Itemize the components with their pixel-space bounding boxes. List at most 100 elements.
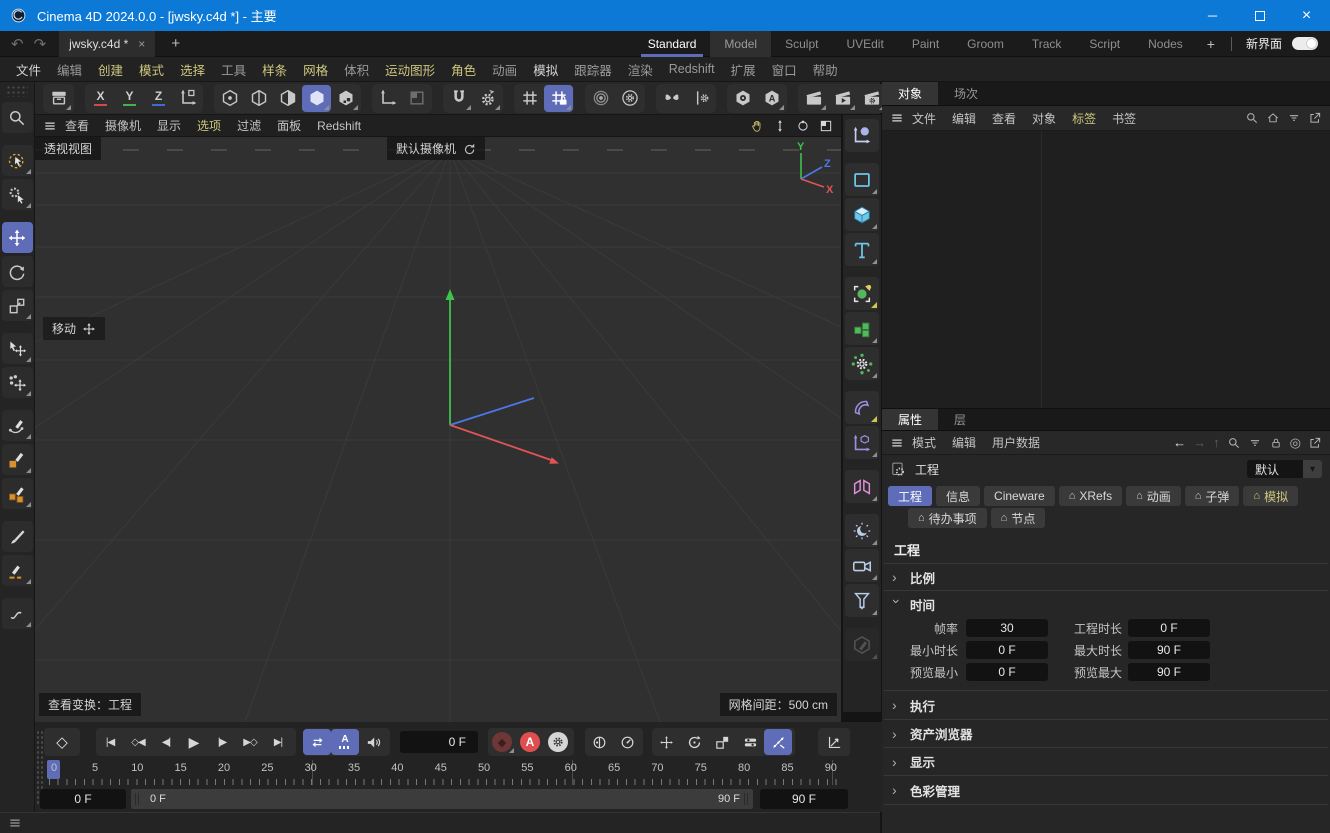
spline-smooth-button[interactable]	[2, 598, 33, 629]
go-to-end-button[interactable]: ▶|	[264, 729, 292, 755]
viewport-menu-filter[interactable]: 过滤	[229, 117, 269, 134]
add-layout-button[interactable]: +	[1197, 36, 1225, 52]
layout-tab-script[interactable]: Script	[1075, 31, 1134, 57]
viewport-menu-options[interactable]: 选项	[189, 117, 229, 134]
generator-button[interactable]	[845, 277, 879, 310]
menu-mograph[interactable]: 运动图形	[377, 60, 443, 79]
brush-button[interactable]	[2, 521, 33, 552]
render-view-button[interactable]	[799, 85, 828, 112]
symmetry-object-button[interactable]	[845, 470, 879, 503]
back-arrow-icon[interactable]: ←	[1173, 435, 1186, 450]
range-right-grip[interactable]	[744, 793, 749, 805]
tab-button-bullet[interactable]: ⌂子弹	[1185, 486, 1240, 506]
deformer-axis-button[interactable]	[845, 426, 879, 459]
preset-dropdown-button[interactable]: ▾	[1303, 460, 1322, 478]
auto-mode-button[interactable]: A	[757, 85, 786, 112]
live-selection-button[interactable]	[2, 145, 33, 176]
search-icon[interactable]	[1245, 111, 1259, 125]
record-rotation-button[interactable]	[680, 729, 708, 755]
text-object-button[interactable]	[845, 233, 879, 266]
effector-button[interactable]	[845, 347, 879, 380]
play-button[interactable]: ▶	[180, 729, 208, 755]
viewport-menu-icon[interactable]	[43, 119, 57, 133]
keyframe-selection-button[interactable]	[585, 729, 613, 755]
am-menu-edit[interactable]: 编辑	[944, 434, 984, 451]
tab-button-xrefs[interactable]: ⌂XRefs	[1059, 486, 1122, 506]
lock-z-axis-button[interactable]: Z	[144, 85, 173, 112]
menu-volume[interactable]: 体积	[336, 60, 377, 79]
layout-tab-paint[interactable]: Paint	[898, 31, 953, 57]
tab-attributes[interactable]: 属性	[882, 409, 938, 430]
layout-tab-model[interactable]: Model	[710, 31, 771, 57]
object-list[interactable]	[882, 131, 1330, 409]
menu-select[interactable]: 选择	[172, 60, 213, 79]
snap-toggle-button[interactable]	[444, 85, 473, 112]
section-color-management[interactable]: ›色彩管理	[882, 776, 1330, 804]
timeline-graph-button[interactable]	[819, 729, 849, 755]
target-icon[interactable]: ◎	[1290, 435, 1301, 451]
range-slider[interactable]: 0 F 90 F	[131, 789, 753, 809]
zoom-pan-icon[interactable]	[773, 119, 787, 133]
filter-icon[interactable]	[1248, 436, 1262, 450]
record-parameters-button[interactable]	[736, 729, 764, 755]
viewport-menu-cameras[interactable]: 摄像机	[97, 117, 149, 134]
axis-handle-button[interactable]	[845, 119, 879, 152]
tweak-tool-button[interactable]	[2, 179, 33, 210]
scale-tool-button[interactable]	[2, 290, 33, 321]
om-menu-view[interactable]: 查看	[984, 110, 1024, 127]
tab-button-cineware[interactable]: Cineware	[984, 486, 1055, 506]
axis-gizmo[interactable]: Y Z X	[779, 139, 835, 197]
layout-tab-uvedit[interactable]: UVEdit	[832, 31, 897, 57]
falloff-button[interactable]	[586, 85, 615, 112]
preview-min-field[interactable]: 0 F	[966, 663, 1048, 681]
tab-button-project[interactable]: 工程	[888, 486, 932, 506]
tab-layers[interactable]: 层	[938, 409, 982, 430]
range-left-grip[interactable]	[135, 793, 140, 805]
archive-box-button[interactable]	[44, 85, 73, 112]
menu-tools[interactable]: 工具	[213, 60, 254, 79]
layout-tab-groom[interactable]: Groom	[953, 31, 1018, 57]
loop-playback-button[interactable]	[303, 729, 331, 755]
minimize-button[interactable]: ─	[1189, 0, 1236, 31]
pan-hand-icon[interactable]	[750, 119, 764, 133]
timeline-ruler[interactable]: 0510 152025 303540 455055 606570 758085 …	[35, 760, 882, 786]
document-tab[interactable]: jwsky.c4d * ×	[59, 31, 155, 57]
menu-create[interactable]: 创建	[90, 60, 131, 79]
menu-simulate[interactable]: 模拟	[525, 60, 566, 79]
lock-y-axis-button[interactable]: Y	[115, 85, 144, 112]
redo-icon[interactable]: ↷	[29, 35, 52, 53]
viewport-canvas[interactable]: 透视视图 默认摄像机 移动 Y Z X 查看变换：工程 网格间距：500 cm	[35, 137, 841, 722]
maximize-button[interactable]	[1236, 0, 1283, 31]
close-document-icon[interactable]: ×	[138, 37, 145, 51]
section-scale[interactable]: ›比例	[882, 564, 1330, 590]
am-menu-icon[interactable]	[890, 436, 904, 450]
tab-button-todo[interactable]: ⌂待办事项	[908, 508, 987, 528]
record-keyframe-button[interactable]: ◆	[488, 729, 516, 755]
falloff-settings-button[interactable]	[615, 85, 644, 112]
om-menu-objects[interactable]: 对象	[1024, 110, 1064, 127]
up-arrow-icon[interactable]: ↑	[1213, 435, 1220, 450]
layout-tab-track[interactable]: Track	[1018, 31, 1076, 57]
lock-icon[interactable]	[1269, 436, 1283, 450]
previous-key-button[interactable]: ◇◀	[124, 729, 152, 755]
menu-tracker[interactable]: 跟踪器	[566, 60, 620, 79]
next-key-button[interactable]: ▶◇	[236, 729, 264, 755]
new-ui-toggle[interactable]	[1292, 37, 1318, 50]
menu-mesh[interactable]: 网格	[295, 60, 336, 79]
points-move-button[interactable]	[2, 367, 33, 398]
forward-arrow-icon[interactable]: →	[1193, 435, 1206, 450]
om-menu-tags[interactable]: 标签	[1064, 110, 1104, 127]
bend-deformer-button[interactable]	[845, 391, 879, 424]
menu-file[interactable]: 文件	[8, 60, 49, 79]
fps-field[interactable]: 30	[966, 619, 1048, 637]
search-icon[interactable]	[1227, 436, 1241, 450]
next-frame-button[interactable]: |▶	[208, 729, 236, 755]
sound-toggle-button[interactable]	[359, 729, 387, 755]
tab-takes[interactable]: 场次	[938, 82, 994, 105]
render-picture-viewer-button[interactable]	[828, 85, 857, 112]
go-to-start-button[interactable]: |◀	[96, 729, 124, 755]
viewport-menu-display[interactable]: 显示	[149, 117, 189, 134]
min-time-field[interactable]: 0 F	[966, 641, 1048, 659]
menu-help[interactable]: 帮助	[805, 60, 846, 79]
volume-builder-button[interactable]	[845, 312, 879, 345]
